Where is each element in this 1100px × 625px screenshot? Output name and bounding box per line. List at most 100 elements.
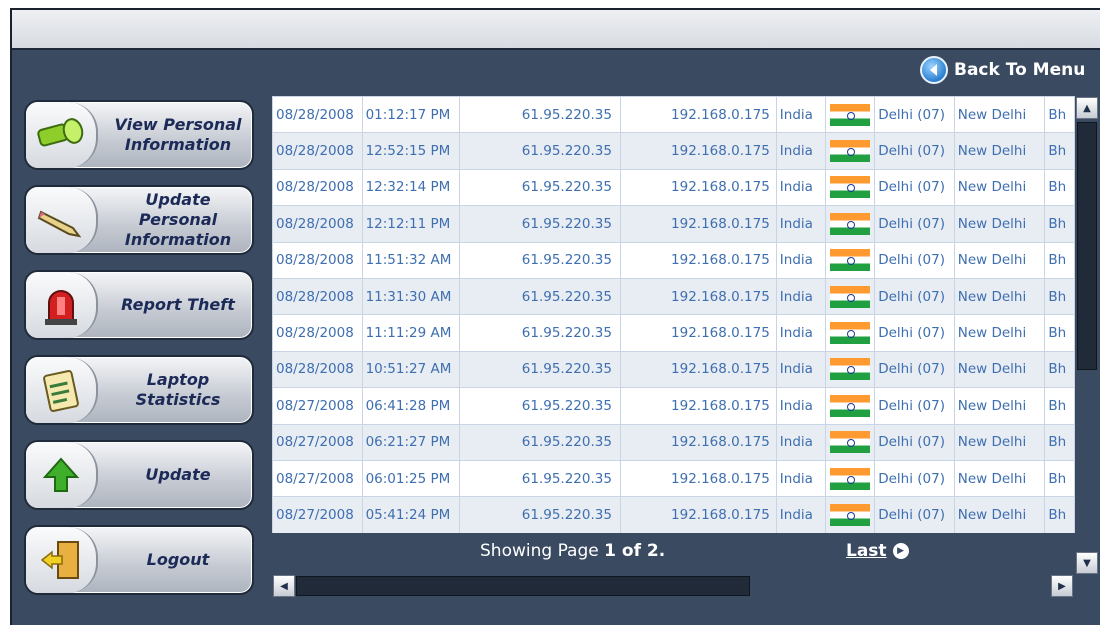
india-flag-icon xyxy=(830,212,871,235)
public-ip-cell: 61.95.220.35 xyxy=(459,168,621,207)
country-cell: India xyxy=(775,205,826,243)
local-ip-cell: 192.168.0.175 xyxy=(619,168,777,207)
local-ip-cell: 192.168.0.175 xyxy=(619,387,777,425)
date-cell: 08/27/2008 xyxy=(272,423,363,461)
india-flag-icon xyxy=(830,467,871,490)
flag-cell xyxy=(824,459,876,498)
india-flag-icon xyxy=(830,431,871,454)
flag-cell xyxy=(824,168,876,207)
current-page: 1 xyxy=(604,541,616,561)
table-row[interactable]: 08/28/2008 12:12:11 PM 61.95.220.35 192.168… xyxy=(272,205,1075,243)
india-flag-icon xyxy=(830,503,871,526)
back-arrow-icon xyxy=(920,56,948,84)
date-cell: 08/28/2008 xyxy=(272,168,363,207)
exit-door-icon xyxy=(26,527,98,593)
scroll-up-arrow-icon[interactable]: ▲ xyxy=(1076,97,1098,119)
table-row[interactable]: 08/27/2008 06:21:27 PM 61.95.220.35 192.168… xyxy=(272,423,1075,461)
table-row[interactable]: 08/27/2008 05:41:24 PM 61.95.220.35 192.168… xyxy=(272,496,1075,533)
city-cell: New Delhi xyxy=(953,205,1046,243)
horizontal-scrollbar[interactable]: ◀ ▶ xyxy=(272,575,1075,597)
time-cell: 10:51:27 AM xyxy=(361,350,461,389)
scroll-left-arrow-icon[interactable]: ◀ xyxy=(273,575,295,597)
country-cell: India xyxy=(775,96,826,134)
table-row[interactable]: 08/27/2008 06:41:28 PM 61.95.220.35 192.168… xyxy=(272,387,1075,425)
truncated-cell: Bh xyxy=(1044,496,1075,533)
vertical-scrollbar[interactable]: ▲ ▼ xyxy=(1075,96,1099,576)
clipboard-icon xyxy=(26,357,98,423)
table-row[interactable]: 08/28/2008 10:51:27 AM 61.95.220.35 192.168… xyxy=(272,350,1075,389)
india-flag-icon xyxy=(830,249,871,272)
date-cell: 08/28/2008 xyxy=(272,96,363,134)
laptop-statistics-button[interactable]: Laptop Statistics xyxy=(24,355,254,425)
location-log-table-container: 08/28/2008 01:12:17 PM 61.95.220.35 192.168… xyxy=(272,96,1075,533)
app-window: Back To Menu View Personal Information U… xyxy=(10,8,1100,625)
city-cell: New Delhi xyxy=(953,168,1046,207)
logout-button[interactable]: Logout xyxy=(24,525,254,595)
truncated-cell: Bh xyxy=(1044,205,1075,243)
truncated-cell: Bh xyxy=(1044,459,1075,498)
time-cell: 06:21:27 PM xyxy=(361,423,461,461)
india-flag-icon xyxy=(830,358,871,381)
truncated-cell: Bh xyxy=(1044,96,1075,134)
table-row[interactable]: 08/28/2008 11:31:30 AM 61.95.220.35 192.168… xyxy=(272,277,1075,316)
scroll-down-arrow-icon[interactable]: ▼ xyxy=(1076,552,1098,574)
table-row[interactable]: 08/27/2008 06:01:25 PM 61.95.220.35 192.168… xyxy=(272,459,1075,498)
country-cell: India xyxy=(775,168,826,207)
local-ip-cell: 192.168.0.175 xyxy=(619,277,777,316)
local-ip-cell: 192.168.0.175 xyxy=(619,350,777,389)
local-ip-cell: 192.168.0.175 xyxy=(619,496,777,533)
report-theft-button[interactable]: Report Theft xyxy=(24,270,254,340)
page-of-text: of xyxy=(615,541,647,561)
public-ip-cell: 61.95.220.35 xyxy=(459,423,621,461)
horizontal-scroll-thumb[interactable] xyxy=(296,576,750,596)
public-ip-cell: 61.95.220.35 xyxy=(459,96,621,134)
city-cell: New Delhi xyxy=(953,96,1046,134)
date-cell: 08/27/2008 xyxy=(272,496,363,533)
flag-cell xyxy=(824,277,876,316)
nav-label-view-personal: View Personal Information xyxy=(114,115,242,154)
truncated-cell: Bh xyxy=(1044,423,1075,461)
city-cell: New Delhi xyxy=(953,314,1046,352)
vertical-scroll-thumb[interactable] xyxy=(1077,122,1097,370)
update-personal-information-button[interactable]: Update Personal Information xyxy=(24,185,254,255)
table-row[interactable]: 08/28/2008 01:12:17 PM 61.95.220.35 192.168… xyxy=(272,96,1075,134)
table-row[interactable]: 08/28/2008 11:11:29 AM 61.95.220.35 192.168… xyxy=(272,314,1075,352)
local-ip-cell: 192.168.0.175 xyxy=(619,423,777,461)
city-cell: New Delhi xyxy=(953,423,1046,461)
view-personal-information-button[interactable]: View Personal Information xyxy=(24,100,254,170)
table-row[interactable]: 08/28/2008 11:51:32 AM 61.95.220.35 192.168… xyxy=(272,241,1075,279)
public-ip-cell: 61.95.220.35 xyxy=(459,387,621,425)
public-ip-cell: 61.95.220.35 xyxy=(459,496,621,533)
time-cell: 12:12:11 PM xyxy=(361,205,461,243)
scroll-right-arrow-icon[interactable]: ▶ xyxy=(1051,575,1073,597)
last-page-link[interactable]: Last ▶ xyxy=(846,541,909,561)
date-cell: 08/27/2008 xyxy=(272,387,363,425)
flag-cell xyxy=(824,96,876,134)
truncated-cell: Bh xyxy=(1044,277,1075,316)
region-cell: Delhi (07) xyxy=(874,277,955,316)
country-cell: India xyxy=(775,350,826,389)
page-status-prefix: Showing Page xyxy=(480,541,605,561)
back-to-menu-button[interactable]: Back To Menu xyxy=(920,56,1085,84)
pencil-icon xyxy=(26,187,98,253)
nav-label-report-theft: Report Theft xyxy=(121,295,235,314)
page-status-text: Showing Page 1 of 2. xyxy=(480,541,665,561)
nav-label-update: Update xyxy=(145,465,211,484)
local-ip-cell: 192.168.0.175 xyxy=(619,205,777,243)
pagination-bar: Showing Page 1 of 2. Last ▶ xyxy=(272,533,1075,577)
flag-cell xyxy=(824,350,876,389)
table-row[interactable]: 08/28/2008 12:32:14 PM 61.95.220.35 192.168… xyxy=(272,168,1075,207)
city-cell: New Delhi xyxy=(953,496,1046,533)
public-ip-cell: 61.95.220.35 xyxy=(459,314,621,352)
region-cell: Delhi (07) xyxy=(874,350,955,389)
public-ip-cell: 61.95.220.35 xyxy=(459,205,621,243)
table-row[interactable]: 08/28/2008 12:52:15 PM 61.95.220.35 192.168… xyxy=(272,132,1075,170)
time-cell: 05:41:24 PM xyxy=(361,496,461,533)
flag-cell xyxy=(824,132,876,170)
time-cell: 06:01:25 PM xyxy=(361,459,461,498)
date-cell: 08/27/2008 xyxy=(272,459,363,498)
time-cell: 11:51:32 AM xyxy=(361,241,461,279)
local-ip-cell: 192.168.0.175 xyxy=(619,241,777,279)
back-to-menu-label: Back To Menu xyxy=(954,60,1086,80)
update-button[interactable]: Update xyxy=(24,440,254,510)
